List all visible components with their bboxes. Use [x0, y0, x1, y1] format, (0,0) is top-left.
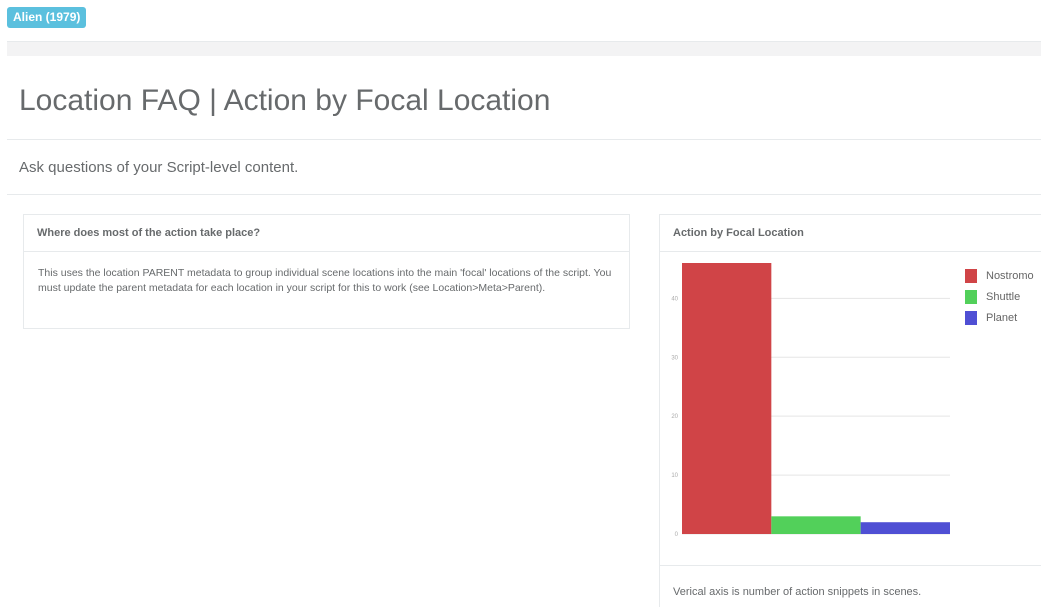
question-panel-title: Where does most of the action take place…	[24, 215, 629, 252]
y-tick-label: 30	[671, 355, 678, 361]
chart-note: Verical axis is number of action snippet…	[673, 586, 922, 598]
divider	[7, 139, 1041, 140]
header-band	[7, 41, 1041, 56]
project-badge[interactable]: Alien (1979)	[7, 7, 87, 28]
question-panel-body: This uses the location PARENT metadata t…	[38, 267, 612, 294]
divider	[7, 194, 1041, 195]
chart-panel: Action by Focal Location 0 10 20 30 40 Nostr…	[659, 214, 1041, 607]
legend-item[interactable]: Nostromo	[965, 269, 1034, 290]
chart-panel-title: Action by Focal Location	[660, 215, 1041, 252]
legend-swatch	[965, 290, 977, 304]
chart-y-ticks: 0 10 20 30 40	[671, 296, 678, 538]
legend-label: Nostromo	[986, 270, 1034, 282]
top-bar: Alien (1979)	[0, 0, 1041, 41]
bar-shuttle[interactable]	[771, 516, 861, 534]
legend-item[interactable]: Shuttle	[965, 290, 1034, 311]
y-tick-label: 10	[671, 473, 678, 479]
y-tick-label: 0	[675, 532, 679, 538]
y-tick-label: 40	[671, 296, 678, 302]
bar-chart: 0 10 20 30 40	[671, 263, 950, 538]
bar-nostromo[interactable]	[682, 263, 772, 534]
legend-label: Planet	[986, 312, 1018, 324]
legend-label: Shuttle	[986, 291, 1021, 303]
page-title: Location FAQ | Action by Focal Location	[19, 84, 551, 117]
bar-planet[interactable]	[860, 522, 950, 534]
page-subtitle: Ask questions of your Script-level conte…	[19, 159, 299, 176]
legend-swatch	[965, 311, 977, 325]
chart-legend: Nostromo Shuttle Planet	[965, 269, 1034, 332]
legend-swatch	[965, 269, 977, 283]
question-panel: Where does most of the action take place…	[23, 214, 630, 329]
legend-item[interactable]: Planet	[965, 311, 1034, 332]
chart-bars	[682, 263, 950, 534]
y-tick-label: 20	[671, 414, 678, 420]
chart-footer-divider	[660, 565, 1041, 566]
